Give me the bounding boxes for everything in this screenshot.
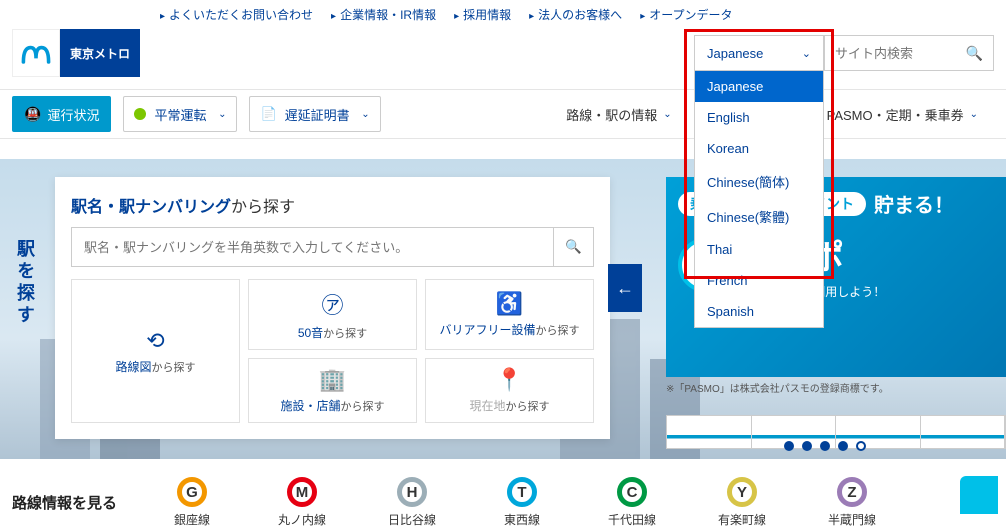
line-name: 丸ノ内線 [278, 511, 326, 528]
line-badge-icon: Z [837, 477, 867, 507]
util-link-corporate[interactable]: 企業情報・IR情報 [331, 6, 436, 23]
utility-nav: よくいただくお問い合わせ 企業情報・IR情報 採用情報 法人のお客様へ オープン… [0, 0, 1006, 29]
normal-operation-label: 平常運転 [154, 105, 206, 124]
arrow-left-icon: ← [616, 278, 634, 299]
nav-routes-stations[interactable]: 路線・駅の情報⌄ [550, 89, 687, 139]
nav-pasmo-tickets[interactable]: PASMO・定期・乗車券⌄ [811, 89, 994, 139]
lang-option-korean[interactable]: Korean [695, 133, 823, 164]
line-badge-icon: H [397, 477, 427, 507]
line-badge-icon: Y [727, 477, 757, 507]
language-dropdown: Japanese English Korean Chinese(簡体) Chin… [694, 71, 824, 328]
line-item-z[interactable]: Z 半蔵門線 [797, 477, 907, 528]
search-input[interactable] [835, 46, 965, 61]
line-name: 銀座線 [174, 511, 210, 528]
search-by-facility[interactable]: 🏢 施設・店舗から探す [248, 358, 417, 423]
line-item-h[interactable]: H 日比谷線 [357, 477, 467, 528]
line-name: 東西線 [504, 511, 540, 528]
line-badge-icon: G [177, 477, 207, 507]
search-by-routemap[interactable]: ⟲ 路線図から探す [71, 279, 240, 423]
floating-action-button[interactable] [960, 476, 998, 514]
util-link-business[interactable]: 法人のお客様へ [529, 6, 622, 23]
location-pin-icon: 📍 [496, 367, 523, 393]
hero-section: 駅を探す 駅名・駅ナンバリングから探す 🔍 ⟲ 路線図から探す ㋐ 50音から探… [0, 159, 1006, 459]
search-icon: 🔍 [565, 239, 582, 254]
chevron-down-icon: ⌄ [663, 109, 671, 120]
search-by-barrier-free[interactable]: ♿ バリアフリー設備から探す [425, 279, 594, 350]
delay-certificate-label: 遅延証明書 [285, 105, 350, 124]
language-select[interactable]: Japanese ⌄ [694, 35, 824, 71]
station-search-field: 🔍 [71, 227, 594, 267]
line-badge-icon: C [617, 477, 647, 507]
line-name: 有楽町線 [718, 511, 766, 528]
line-badge-icon: T [507, 477, 537, 507]
carousel-dot-active[interactable] [856, 441, 866, 451]
line-item-g[interactable]: G 銀座線 [137, 477, 247, 528]
util-link-opendata[interactable]: オープンデータ [640, 6, 732, 23]
panel-title: 駅名・駅ナンバリングから探す [71, 193, 594, 217]
metro-logo-icon [18, 35, 54, 71]
delay-certificate-select[interactable]: 📄 遅延証明書 ⌄ [249, 96, 380, 132]
carousel-dot[interactable] [838, 441, 848, 451]
status-dot-icon [134, 108, 146, 120]
line-item-c[interactable]: C 千代田線 [577, 477, 687, 528]
line-name: 半蔵門線 [828, 511, 876, 528]
chevron-down-icon: ⌄ [218, 109, 226, 120]
operation-status-button[interactable]: 🚇 運行状況 [12, 96, 111, 132]
carousel-dots[interactable] [784, 441, 866, 451]
wheelchair-icon: ♿ [496, 291, 523, 317]
pasmo-trademark-note: ※「PASMO」は株式会社パスモの登録商標です。 [666, 380, 889, 395]
lang-option-thai[interactable]: Thai [695, 234, 823, 265]
chevron-down-icon: ⌄ [970, 109, 978, 120]
lines-title: 路線情報を見る [12, 492, 117, 513]
chevron-down-icon: ⌄ [802, 47, 811, 60]
search-by-location[interactable]: 📍 現在地から探す [425, 358, 594, 423]
building-icon: 🏢 [319, 367, 346, 393]
train-icon: 🚇 [24, 106, 41, 123]
logo-text: 東京メトロ [60, 29, 140, 77]
search-icon[interactable]: 🔍 [966, 45, 983, 62]
lang-option-chinese-traditional[interactable]: Chinese(繁體) [695, 199, 823, 234]
main-nav: 🚇 運行状況 平常運転 ⌄ 📄 遅延証明書 ⌄ 路線・駅の情報⌄ 運賃・のりかえ… [0, 89, 1006, 139]
site-search: 🔍 [824, 35, 994, 71]
station-search-button[interactable]: 🔍 [553, 228, 593, 266]
station-search-input[interactable] [72, 228, 553, 266]
line-badge-icon: M [287, 477, 317, 507]
lang-option-spanish[interactable]: Spanish [695, 296, 823, 327]
header: 東京メトロ Japanese ⌄ Japanese English Korean… [0, 29, 1006, 89]
chevron-down-icon: ⌄ [361, 109, 369, 120]
line-item-m[interactable]: M 丸ノ内線 [247, 477, 357, 528]
normal-operation-select[interactable]: 平常運転 ⌄ [123, 96, 237, 132]
lang-option-english[interactable]: English [695, 102, 823, 133]
line-item-y[interactable]: Y 有楽町線 [687, 477, 797, 528]
routemap-icon: ⟲ [146, 328, 164, 354]
station-search-side-label: 駅を探す [12, 239, 38, 327]
kana-icon: ㋐ [321, 288, 343, 320]
station-search-panel: 駅名・駅ナンバリングから探す 🔍 ⟲ 路線図から探す ㋐ 50音から探す ♿ バ… [55, 177, 610, 439]
carousel-dot[interactable] [802, 441, 812, 451]
carousel-dot[interactable] [784, 441, 794, 451]
logo[interactable]: 東京メトロ [12, 29, 140, 77]
util-link-recruit[interactable]: 採用情報 [454, 6, 511, 23]
logo-mark [12, 29, 60, 77]
line-name: 千代田線 [608, 511, 656, 528]
document-icon: 📄 [260, 106, 276, 122]
carousel-dot[interactable] [820, 441, 830, 451]
line-item-t[interactable]: T 東西線 [467, 477, 577, 528]
lang-option-japanese[interactable]: Japanese [695, 71, 823, 102]
operation-status-label: 運行状況 [47, 105, 99, 124]
line-name: 日比谷線 [388, 511, 436, 528]
carousel-prev-button[interactable]: ← [608, 264, 642, 312]
util-link-faq[interactable]: よくいただくお問い合わせ [160, 6, 313, 23]
search-by-50on[interactable]: ㋐ 50音から探す [248, 279, 417, 350]
language-selected: Japanese [707, 46, 763, 61]
lang-option-chinese-simplified[interactable]: Chinese(簡体) [695, 164, 823, 199]
lang-option-french[interactable]: French [695, 265, 823, 296]
line-info-row: 路線情報を見る G 銀座線 M 丸ノ内線 H 日比谷線 T 東西線 C 千代田線 Y 有楽町線 Z 半蔵門… [0, 459, 1006, 528]
